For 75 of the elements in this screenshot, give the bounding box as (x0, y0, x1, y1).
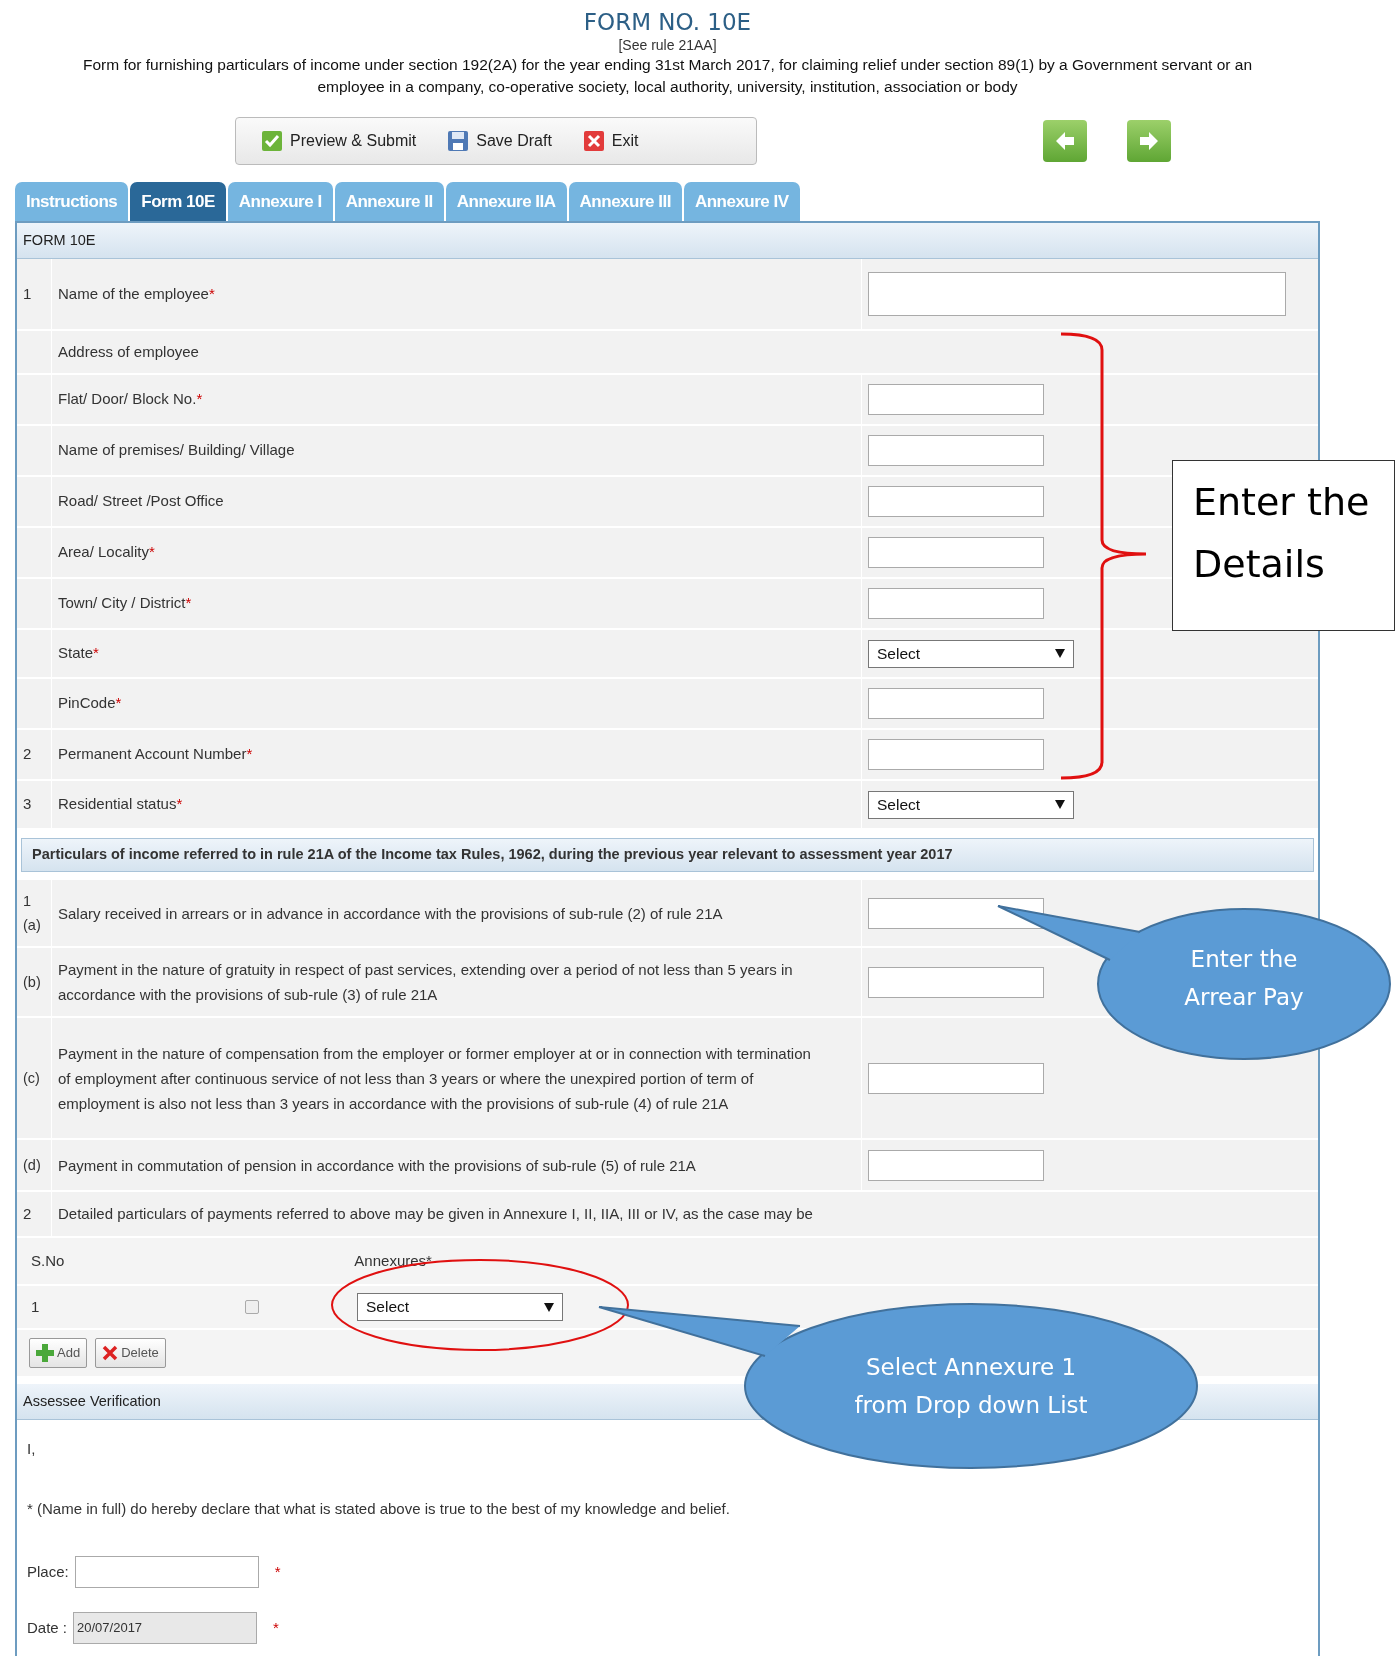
field-label: Permanent Account Number* (58, 744, 253, 765)
form-title: FORM NO. 10E (582, 8, 753, 36)
x-icon (102, 1345, 119, 1361)
input-field[interactable] (868, 272, 1286, 316)
serial-number: 1 (31, 1296, 41, 1317)
select-dropdown[interactable]: Select (868, 639, 1074, 668)
delete-button[interactable]: Delete (95, 1338, 166, 1368)
intro-text: I, (27, 1440, 36, 1457)
preview-submit-button[interactable]: Preview & Submit (262, 129, 417, 153)
checkbox[interactable] (245, 1300, 259, 1314)
field-label: Address of employee (58, 341, 199, 362)
row-letter: (a) (23, 916, 41, 935)
field-label: Payment in commutation of pension in accordance with the provisions of sub-rule (5) of rule 21A (58, 1155, 696, 1176)
input-field[interactable] (868, 486, 1044, 517)
input-field[interactable] (868, 1149, 1044, 1181)
caret-icon (544, 1302, 554, 1312)
close-icon (583, 131, 604, 151)
input-field[interactable] (868, 384, 1044, 415)
exit-button[interactable]: Exit (583, 129, 639, 153)
row-number: 3 (23, 794, 32, 815)
input-field[interactable] (868, 435, 1044, 466)
column-header: S.No (31, 1250, 65, 1271)
input-field[interactable] (868, 1062, 1044, 1094)
input-field[interactable] (868, 588, 1044, 619)
row-letter: (d) (23, 1156, 41, 1175)
left-arrow-icon (1054, 130, 1076, 152)
column-header: Annexures* (354, 1250, 432, 1271)
field-label: Name of premises/ Building/ Village (58, 440, 295, 461)
section-header: FORM 10E (17, 223, 1318, 259)
field-label: State* (58, 643, 99, 664)
back-button[interactable] (1043, 120, 1087, 162)
required-mark: * (274, 1561, 281, 1582)
input-field[interactable] (868, 966, 1044, 998)
input-field[interactable] (868, 739, 1044, 770)
callout-text: Enter the Details (1172, 460, 1395, 631)
row-number: 1 (23, 283, 32, 304)
callout-text: Enter the Arrear Pay (1183, 945, 1305, 1012)
field-label: Payment in the nature of compensation from the employer or former employer at or in connection with termination of employment after continuous service of not less than 3 years or where the unexpired portion of term of employment is also not less than 3 years in accordance with the provisions of sub-rule (4) of rule 21A (58, 1043, 811, 1114)
rule-reference: [See rule 21AA] (617, 36, 718, 54)
right-arrow-icon (1138, 130, 1160, 152)
field-label: Road/ Street /Post Office (58, 491, 224, 512)
input-field[interactable] (74, 1556, 259, 1588)
select-dropdown[interactable]: Select (868, 790, 1074, 819)
note-text: Detailed particulars of payments referred to above may be given in Annexure I, II, IIA, III or IV, as the case may be (58, 1203, 813, 1224)
field-label: PinCode* (58, 693, 122, 714)
save-draft-button[interactable]: Save Draft (448, 129, 552, 153)
required-mark: * (273, 1617, 279, 1638)
field-label: Town/ City / District* (58, 593, 192, 614)
plus-icon (36, 1344, 54, 1362)
input-field[interactable] (868, 537, 1044, 568)
field-label: Flat/ Door/ Block No.* (58, 389, 203, 410)
declaration-text: * (Name in full) do hereby declare that what is stated above is true to the best of my knowledge and belief. (27, 1500, 730, 1517)
form-description: Form for furnishing particulars of income under section 192(2A) for the year ending 31st March 2017, for claiming relief under section 89(1) by a Government servant or an employee in a company, co-operative society, local authority, university, institution, association or body (81, 55, 1254, 97)
field-label: Place: (27, 1561, 69, 1582)
annexure-dropdown[interactable]: Select (357, 1293, 563, 1321)
row-letter: (c) (23, 1069, 40, 1088)
add-button[interactable]: Add (29, 1338, 88, 1368)
row-number: 2 (23, 744, 32, 765)
input-field[interactable] (868, 897, 1044, 929)
caret-icon (1055, 649, 1065, 658)
tab[interactable]: Form 10E (130, 182, 226, 221)
field-label: Payment in the nature of gratuity in respect of past services, extending over a period of not less than 5 years in accordance with the provisions of sub-rule (3) of rule 21A (58, 960, 794, 1005)
row-number: 1 (23, 892, 32, 911)
check-icon (262, 131, 282, 151)
forward-button[interactable] (1127, 120, 1171, 162)
section-header: Particulars of income referred to in rule 21A of the Income tax Rules, 1962, during the previous year relevant to assessment year 2017 (21, 838, 1314, 872)
field-label: Date : (27, 1617, 68, 1638)
row-number: 2 (23, 1203, 32, 1224)
field-label: Area/ Locality* (58, 542, 155, 563)
field-label: Name of the employee* (58, 283, 215, 304)
input-field[interactable] (868, 688, 1044, 719)
caret-icon (1055, 800, 1065, 809)
field-label: Residential status* (58, 794, 183, 815)
field-label: Salary received in arrears or in advance in accordance with the provisions of sub-rule (2) of rule 21A (58, 903, 723, 924)
row-letter: (b) (23, 973, 41, 992)
